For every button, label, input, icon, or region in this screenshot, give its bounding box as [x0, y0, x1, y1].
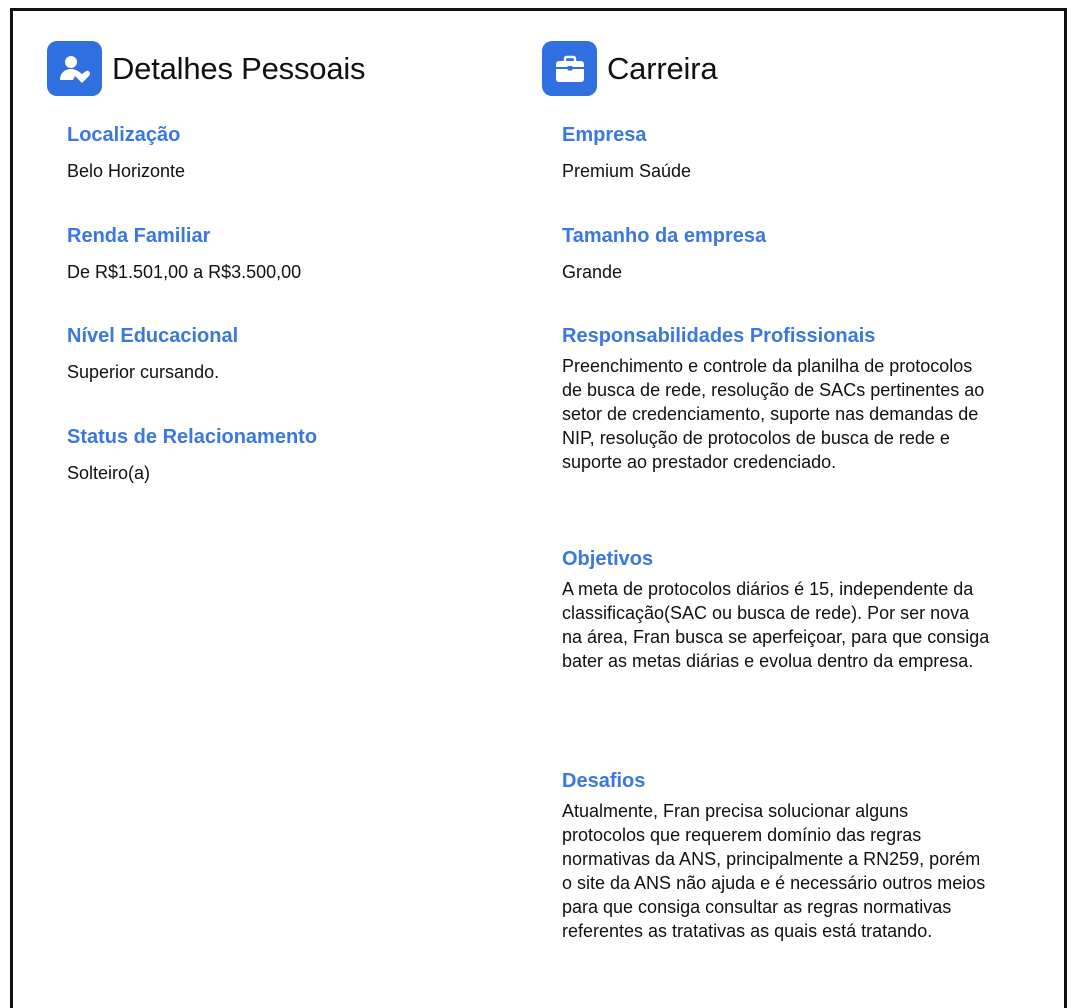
user-heart-icon [47, 41, 102, 96]
field-label: Desafios [562, 770, 646, 792]
field-value: A meta de protocolos diários é 15, indep… [562, 579, 990, 671]
field-label: Responsabilidades Profissionais [562, 325, 876, 347]
field-label: Status de Relacionamento [67, 426, 318, 448]
field-label: Empresa [562, 124, 647, 146]
field-responsibilities: Responsabilidades Profissionais Preenchi… [562, 324, 992, 474]
career-header: Carreira [542, 41, 718, 96]
field-label: Renda Familiar [67, 225, 211, 247]
field-objectives: Objetivos A meta de protocolos diários é… [562, 547, 992, 673]
briefcase-icon [542, 41, 597, 96]
field-value: Solteiro(a) [67, 463, 151, 483]
field-value: Belo Horizonte [67, 161, 186, 181]
field-family-income: Renda Familiar De R$1.501,00 a R$3.500,0… [67, 224, 301, 284]
field-value: Premium Saúde [562, 161, 692, 181]
field-company: Empresa Premium Saúde [562, 123, 691, 183]
field-label: Localização [67, 124, 181, 146]
page-frame: Detalhes Pessoais Localização Belo Horiz… [10, 8, 1067, 1008]
field-education-level: Nível Educacional Superior cursando. [67, 324, 238, 384]
career-title: Carreira [607, 50, 718, 86]
field-value: Atualmente, Fran precisa solucionar algu… [562, 801, 986, 941]
personal-details-title: Detalhes Pessoais [112, 50, 366, 86]
field-label: Nível Educacional [67, 325, 239, 347]
field-location: Localização Belo Horizonte [67, 123, 185, 183]
field-value: Grande [562, 262, 623, 282]
field-label: Tamanho da empresa [562, 225, 767, 247]
field-label: Objetivos [562, 548, 654, 570]
field-relationship-status: Status de Relacionamento Solteiro(a) [67, 425, 317, 485]
field-value: Preenchimento e controle da planilha de … [562, 356, 985, 472]
field-company-size: Tamanho da empresa Grande [562, 224, 766, 284]
field-challenges: Desafios Atualmente, Fran precisa soluci… [562, 769, 992, 943]
personal-details-header: Detalhes Pessoais [47, 41, 366, 96]
field-value: De R$1.501,00 a R$3.500,00 [67, 262, 302, 282]
field-value: Superior cursando. [67, 362, 220, 382]
